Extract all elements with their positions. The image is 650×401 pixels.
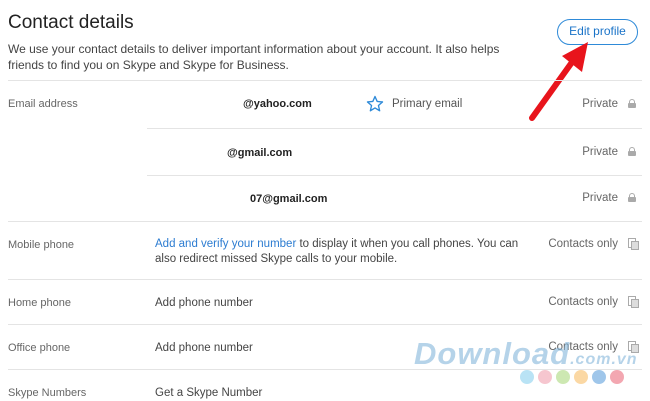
watermark-dots [520, 370, 628, 389]
add-verify-number-link[interactable]: Add and verify your number [155, 238, 296, 250]
divider [147, 175, 642, 176]
add-office-phone-link[interactable]: Add phone number [155, 341, 253, 356]
lock-icon [628, 147, 636, 156]
privacy-setting[interactable]: Contacts only [548, 296, 618, 308]
mobile-phone-description: Add and verify your number to display it… [155, 238, 519, 265]
email-label: Email address [8, 98, 78, 110]
skype-numbers-label: Skype Numbers [8, 387, 87, 399]
lock-icon [628, 193, 636, 202]
office-phone-label: Office phone [8, 342, 71, 354]
page-title: Contact details [8, 12, 134, 33]
star-icon[interactable] [366, 95, 384, 113]
divider [147, 128, 642, 129]
email-value: 07@gmail.com [250, 193, 328, 205]
watermark: Download.com.vn [414, 336, 638, 371]
contacts-icon [628, 238, 639, 250]
email-value: @yahoo.com [243, 98, 312, 110]
lock-icon [628, 99, 636, 108]
add-home-phone-link[interactable]: Add phone number [155, 296, 253, 311]
divider [8, 80, 642, 81]
privacy-setting[interactable]: Private [582, 98, 618, 110]
mobile-phone-label: Mobile phone [8, 239, 75, 251]
red-arrow-annotation [529, 42, 588, 121]
privacy-setting[interactable]: Private [582, 192, 618, 204]
divider [8, 279, 642, 280]
primary-email-label: Primary email [392, 98, 463, 110]
contacts-icon [628, 296, 639, 308]
privacy-setting[interactable]: Private [582, 146, 618, 158]
email-value: @gmail.com [227, 147, 293, 159]
page-description: We use your contact details to deliver i… [8, 42, 500, 72]
privacy-setting[interactable]: Contacts only [548, 238, 618, 250]
home-phone-label: Home phone [8, 297, 71, 309]
divider [8, 324, 642, 325]
divider [8, 221, 642, 222]
